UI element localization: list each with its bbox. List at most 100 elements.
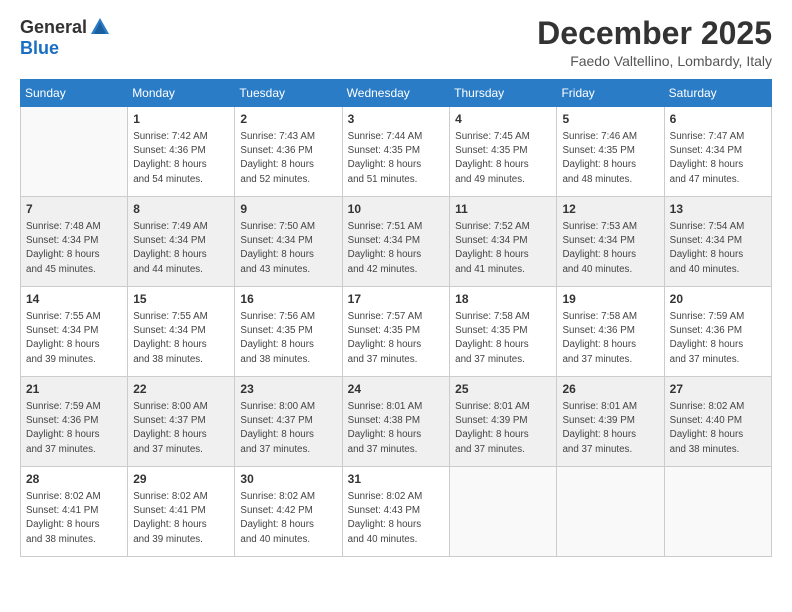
day-number: 5 bbox=[562, 111, 658, 128]
day-info: Sunrise: 8:02 AMSunset: 4:41 PMDaylight:… bbox=[26, 490, 122, 547]
day-number: 28 bbox=[26, 471, 122, 488]
day-info: Sunrise: 8:02 AMSunset: 4:40 PMDaylight:… bbox=[670, 400, 766, 457]
day-number: 14 bbox=[26, 291, 122, 308]
table-cell: 24Sunrise: 8:01 AMSunset: 4:38 PMDayligh… bbox=[342, 377, 450, 467]
day-info: Sunrise: 8:02 AMSunset: 4:41 PMDaylight:… bbox=[133, 490, 229, 547]
table-row: 21 Sunrise: 7:59 AMSunset: 4:36 PMDayligh… bbox=[21, 377, 772, 467]
col-friday: Friday bbox=[557, 80, 664, 107]
table-cell: 18 Sunrise: 7:58 AMSunset: 4:35 PMDayligh… bbox=[450, 287, 557, 377]
day-info: Sunrise: 8:02 AMSunset: 4:42 PMDaylight:… bbox=[240, 490, 336, 547]
day-info: Sunrise: 7:55 AMSunset: 4:34 PMDaylight:… bbox=[26, 310, 122, 367]
day-info: Sunrise: 7:42 AMSunset: 4:36 PMDaylight:… bbox=[133, 130, 229, 187]
table-cell bbox=[664, 467, 771, 557]
location-title: Faedo Valtellino, Lombardy, Italy bbox=[537, 53, 772, 69]
col-wednesday: Wednesday bbox=[342, 80, 450, 107]
table-cell: 3 Sunrise: 7:44 AMSunset: 4:35 PMDaylight… bbox=[342, 107, 450, 197]
day-number: 8 bbox=[133, 201, 229, 218]
table-cell: 6 Sunrise: 7:47 AMSunset: 4:34 PMDaylight… bbox=[664, 107, 771, 197]
logo-icon bbox=[89, 16, 111, 38]
day-number: 15 bbox=[133, 291, 229, 308]
day-info: Sunrise: 8:01 AMSunset: 4:39 PMDaylight:… bbox=[562, 400, 658, 457]
day-number: 27 bbox=[670, 381, 766, 398]
table-cell: 19 Sunrise: 7:58 AMSunset: 4:36 PMDayligh… bbox=[557, 287, 664, 377]
day-info: Sunrise: 7:59 AMSunset: 4:36 PMDaylight:… bbox=[26, 400, 122, 457]
day-info: Sunrise: 7:48 AMSunset: 4:34 PMDaylight:… bbox=[26, 220, 122, 277]
day-number: 16 bbox=[240, 291, 336, 308]
table-row: 7 Sunrise: 7:48 AMSunset: 4:34 PMDaylight… bbox=[21, 197, 772, 287]
col-monday: Monday bbox=[128, 80, 235, 107]
day-info: Sunrise: 7:45 AMSunset: 4:35 PMDaylight:… bbox=[455, 130, 551, 187]
col-sunday: Sunday bbox=[21, 80, 128, 107]
table-cell: 21 Sunrise: 7:59 AMSunset: 4:36 PMDayligh… bbox=[21, 377, 128, 467]
table-cell: 1 Sunrise: 7:42 AMSunset: 4:36 PMDaylight… bbox=[128, 107, 235, 197]
day-info: Sunrise: 7:46 AMSunset: 4:35 PMDaylight:… bbox=[562, 130, 658, 187]
day-number: 11 bbox=[455, 201, 551, 218]
logo-general: General bbox=[20, 17, 87, 38]
day-number: 6 bbox=[670, 111, 766, 128]
table-cell: 29 Sunrise: 8:02 AMSunset: 4:41 PMDayligh… bbox=[128, 467, 235, 557]
day-number: 17 bbox=[348, 291, 445, 308]
day-number: 21 bbox=[26, 381, 122, 398]
table-cell: 22Sunrise: 8:00 AMSunset: 4:37 PMDayligh… bbox=[128, 377, 235, 467]
day-info: Sunrise: 8:01 AMSunset: 4:38 PMDaylight:… bbox=[348, 400, 445, 457]
col-saturday: Saturday bbox=[664, 80, 771, 107]
day-info: Sunrise: 7:51 AMSunset: 4:34 PMDaylight:… bbox=[348, 220, 445, 277]
table-cell: 27 Sunrise: 8:02 AMSunset: 4:40 PMDayligh… bbox=[664, 377, 771, 467]
table-cell: 25 Sunrise: 8:01 AMSunset: 4:39 PMDayligh… bbox=[450, 377, 557, 467]
day-number: 25 bbox=[455, 381, 551, 398]
day-info: Sunrise: 7:55 AMSunset: 4:34 PMDaylight:… bbox=[133, 310, 229, 367]
day-info: Sunrise: 7:57 AMSunset: 4:35 PMDaylight:… bbox=[348, 310, 445, 367]
calendar-table: Sunday Monday Tuesday Wednesday Thursday… bbox=[20, 79, 772, 557]
table-cell: 31Sunrise: 8:02 AMSunset: 4:43 PMDayligh… bbox=[342, 467, 450, 557]
day-info: Sunrise: 7:58 AMSunset: 4:36 PMDaylight:… bbox=[562, 310, 658, 367]
header-row: Sunday Monday Tuesday Wednesday Thursday… bbox=[21, 80, 772, 107]
table-cell: 4 Sunrise: 7:45 AMSunset: 4:35 PMDaylight… bbox=[450, 107, 557, 197]
day-number: 3 bbox=[348, 111, 445, 128]
table-cell: 17 Sunrise: 7:57 AMSunset: 4:35 PMDayligh… bbox=[342, 287, 450, 377]
table-cell: 8Sunrise: 7:49 AMSunset: 4:34 PMDaylight… bbox=[128, 197, 235, 287]
day-number: 12 bbox=[562, 201, 658, 218]
day-info: Sunrise: 7:56 AMSunset: 4:35 PMDaylight:… bbox=[240, 310, 336, 367]
table-cell: 15 Sunrise: 7:55 AMSunset: 4:34 PMDayligh… bbox=[128, 287, 235, 377]
day-info: Sunrise: 7:59 AMSunset: 4:36 PMDaylight:… bbox=[670, 310, 766, 367]
table-cell: 11Sunrise: 7:52 AMSunset: 4:34 PMDayligh… bbox=[450, 197, 557, 287]
table-cell bbox=[21, 107, 128, 197]
table-cell: 10Sunrise: 7:51 AMSunset: 4:34 PMDayligh… bbox=[342, 197, 450, 287]
month-title: December 2025 bbox=[537, 16, 772, 51]
day-info: Sunrise: 7:54 AMSunset: 4:34 PMDaylight:… bbox=[670, 220, 766, 277]
table-cell: 20Sunrise: 7:59 AMSunset: 4:36 PMDayligh… bbox=[664, 287, 771, 377]
day-number: 18 bbox=[455, 291, 551, 308]
day-number: 7 bbox=[26, 201, 122, 218]
day-info: Sunrise: 8:00 AMSunset: 4:37 PMDaylight:… bbox=[240, 400, 336, 457]
day-number: 23 bbox=[240, 381, 336, 398]
day-info: Sunrise: 8:02 AMSunset: 4:43 PMDaylight:… bbox=[348, 490, 445, 547]
col-thursday: Thursday bbox=[450, 80, 557, 107]
day-number: 2 bbox=[240, 111, 336, 128]
col-tuesday: Tuesday bbox=[235, 80, 342, 107]
day-number: 9 bbox=[240, 201, 336, 218]
day-number: 29 bbox=[133, 471, 229, 488]
day-info: Sunrise: 7:43 AMSunset: 4:36 PMDaylight:… bbox=[240, 130, 336, 187]
table-cell: 7 Sunrise: 7:48 AMSunset: 4:34 PMDaylight… bbox=[21, 197, 128, 287]
table-cell bbox=[450, 467, 557, 557]
day-number: 26 bbox=[562, 381, 658, 398]
title-section: December 2025 Faedo Valtellino, Lombardy… bbox=[537, 16, 772, 69]
table-cell: 28 Sunrise: 8:02 AMSunset: 4:41 PMDayligh… bbox=[21, 467, 128, 557]
table-cell: 14 Sunrise: 7:55 AMSunset: 4:34 PMDayligh… bbox=[21, 287, 128, 377]
day-info: Sunrise: 7:58 AMSunset: 4:35 PMDaylight:… bbox=[455, 310, 551, 367]
day-number: 4 bbox=[455, 111, 551, 128]
day-info: Sunrise: 7:44 AMSunset: 4:35 PMDaylight:… bbox=[348, 130, 445, 187]
table-cell: 30 Sunrise: 8:02 AMSunset: 4:42 PMDayligh… bbox=[235, 467, 342, 557]
table-cell: 16 Sunrise: 7:56 AMSunset: 4:35 PMDayligh… bbox=[235, 287, 342, 377]
table-row: 1 Sunrise: 7:42 AMSunset: 4:36 PMDaylight… bbox=[21, 107, 772, 197]
table-row: 14 Sunrise: 7:55 AMSunset: 4:34 PMDayligh… bbox=[21, 287, 772, 377]
day-info: Sunrise: 7:47 AMSunset: 4:34 PMDaylight:… bbox=[670, 130, 766, 187]
table-row: 28 Sunrise: 8:02 AMSunset: 4:41 PMDayligh… bbox=[21, 467, 772, 557]
day-number: 19 bbox=[562, 291, 658, 308]
header: General Blue December 2025 Faedo Valtell… bbox=[20, 16, 772, 69]
day-number: 1 bbox=[133, 111, 229, 128]
day-number: 30 bbox=[240, 471, 336, 488]
table-cell: 12Sunrise: 7:53 AMSunset: 4:34 PMDayligh… bbox=[557, 197, 664, 287]
day-info: Sunrise: 8:01 AMSunset: 4:39 PMDaylight:… bbox=[455, 400, 551, 457]
logo: General Blue bbox=[20, 16, 111, 59]
